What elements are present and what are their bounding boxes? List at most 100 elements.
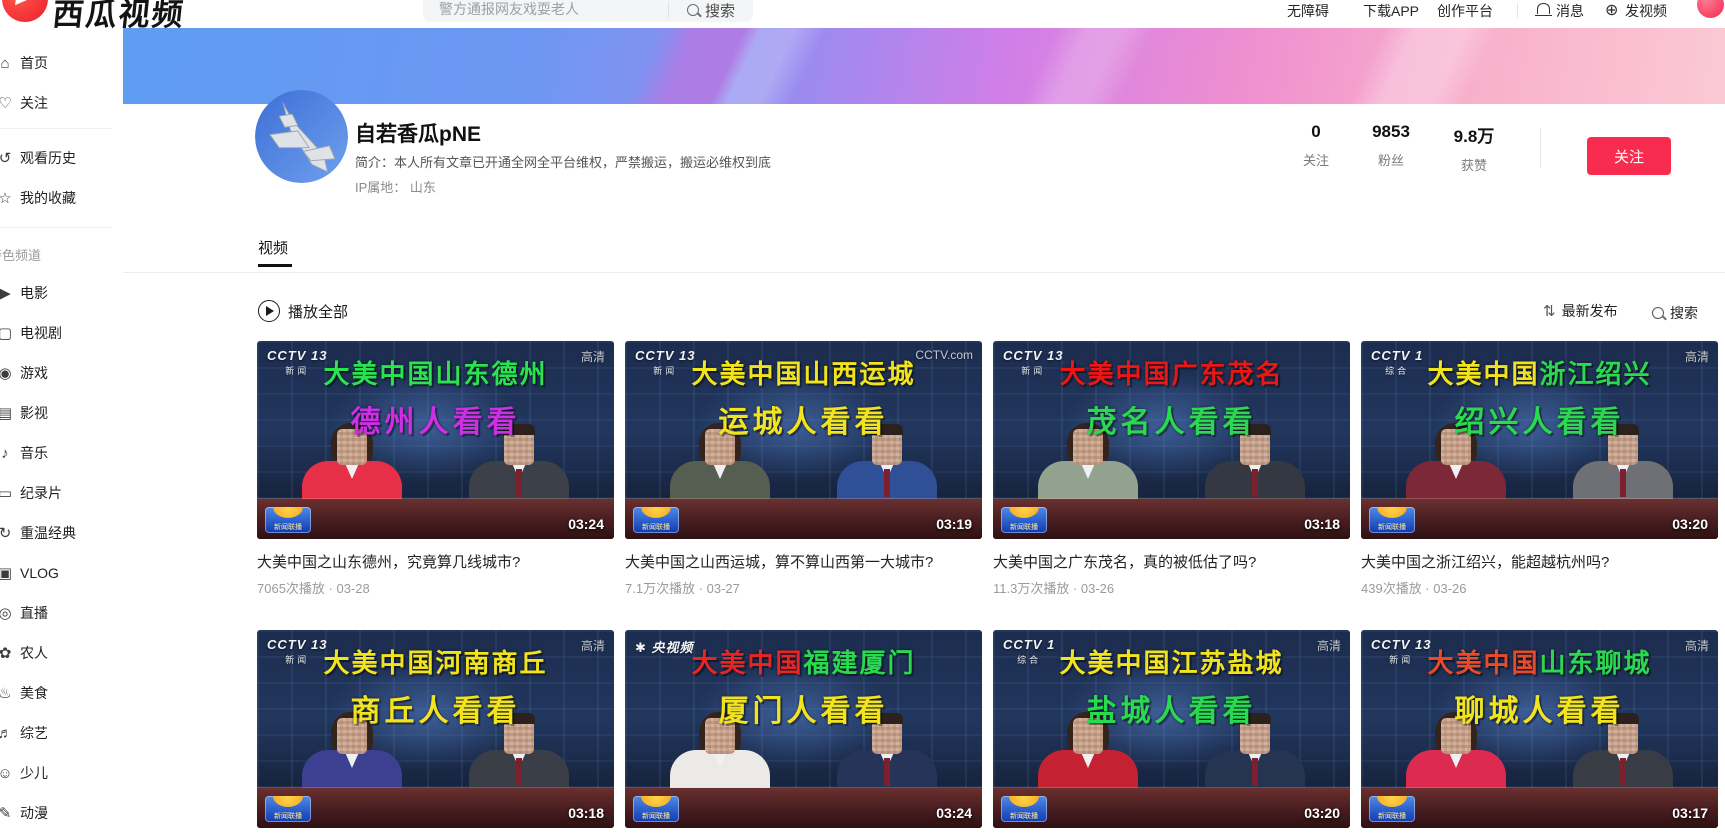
profile-name: 自若香瓜pNE <box>355 123 481 146</box>
download-app-link[interactable]: 下载APP <box>1363 1 1419 21</box>
video-meta: 7065次播放 · 03-28 <box>257 581 370 596</box>
video-meta: 439次播放 · 03-26 <box>1361 581 1467 596</box>
overlay-line2: 茂名人看看 <box>1086 406 1257 439</box>
video-card-1[interactable]: CCTV 13 新闻 高清 大美中国山东德州 德州人看看 新闻联播 03:24 … <box>257 341 614 630</box>
xigua-logo-icon[interactable] <box>2 0 48 22</box>
overlay-line1: 大美中国河南商丘 <box>323 648 548 678</box>
badge-label: 新闻联播 <box>274 524 302 531</box>
video-meta: 11.3万次播放 · 03-26 <box>993 581 1115 596</box>
sidebar-item-live[interactable]: ◎ 直播 <box>0 593 123 633</box>
overlay-line2: 聊城人看看 <box>1454 695 1625 728</box>
video-title[interactable]: 大美中国之山东德州，究竟算几线城市? <box>257 553 614 573</box>
sidebar-item-kids[interactable]: ☺ 少儿 <box>0 753 123 793</box>
play-all-button[interactable]: 播放全部 <box>258 300 348 322</box>
video-title[interactable]: 大美中国之广东茂名，真的被低估了吗? <box>993 553 1350 573</box>
follow-button[interactable]: 关注 <box>1587 137 1671 175</box>
section-divider <box>123 272 1725 273</box>
search-box[interactable]: 搜索 <box>423 0 753 22</box>
sidebar-item-variety[interactable]: ♬ 综艺 <box>0 713 123 753</box>
search-button[interactable]: 搜索 <box>669 0 753 22</box>
sidebar-item-film-tv[interactable]: ▤ 影视 <box>0 393 123 433</box>
sidebar-item-my-favorites[interactable]: ☆ 我的收藏 <box>0 178 123 218</box>
stat-following-value: 0 <box>1311 122 1321 141</box>
sidebar-item-watch-history[interactable]: ↺ 观看历史 <box>0 138 123 178</box>
video-card-5[interactable]: CCTV 13 新闻 高清 大美中国河南商丘 商丘人看看 新闻联播 03:18 <box>257 630 614 833</box>
sidebar-item-tv-series[interactable]: ▢ 电视剧 <box>0 313 123 353</box>
news-program-badge: 新闻联播 <box>633 796 679 822</box>
sidebar-item-games[interactable]: ◉ 游戏 <box>0 353 123 393</box>
sidebar-item-label: VLOG <box>20 565 59 581</box>
video-duration: 03:19 <box>936 516 972 532</box>
topbar-divider <box>1517 3 1518 18</box>
stat-fans: 9853 粉丝 <box>1349 122 1433 169</box>
accessibility-link[interactable]: 无障碍 <box>1287 1 1329 21</box>
sort-control[interactable]: ⇅ 最新发布 <box>1543 301 1618 321</box>
sidebar-item-icon: ♬ <box>0 724 13 742</box>
creator-platform-link[interactable]: 创作平台 <box>1437 1 1493 21</box>
video-thumbnail[interactable]: CCTV 13 新闻 高清 大美中国河南商丘 商丘人看看 新闻联播 03:18 <box>257 630 614 828</box>
sidebar-item-anime[interactable]: ✎ 动漫 <box>0 793 123 833</box>
sidebar-item-classics[interactable]: ↻ 重温经典 <box>0 513 123 553</box>
video-duration: 03:20 <box>1672 516 1708 532</box>
publish-video-link[interactable]: 发视频 <box>1625 1 1667 21</box>
sidebar-item-label: 我的收藏 <box>20 190 76 206</box>
badge-label: 新闻联播 <box>274 813 302 820</box>
video-card-4[interactable]: CCTV 1 综合 高清 大美中国浙江绍兴 绍兴人看看 新闻联播 03:20 大… <box>1361 341 1718 630</box>
video-thumbnail[interactable]: CCTV 13 新闻 CCTV.com 大美中国山西运城 运城人看看 新闻联播 … <box>625 341 982 539</box>
badge-label: 新闻联播 <box>642 813 670 820</box>
sidebar-item-vlog[interactable]: ▣ VLOG <box>0 553 123 593</box>
avatar[interactable] <box>255 90 348 183</box>
overlay-line2: 绍兴人看看 <box>1454 406 1625 439</box>
video-thumbnail[interactable]: CCTV 13 新闻 大美中国广东茂名 茂名人看看 新闻联播 03:18 <box>993 341 1350 539</box>
sidebar-item-icon: ☺ <box>0 764 13 782</box>
sidebar-item-label: 纪录片 <box>20 485 62 501</box>
video-card-7[interactable]: CCTV 1 综合 高清 大美中国江苏盐城 盐城人看看 新闻联播 03:20 <box>993 630 1350 833</box>
video-card-2[interactable]: CCTV 13 新闻 CCTV.com 大美中国山西运城 运城人看看 新闻联播 … <box>625 341 982 630</box>
xigua-logo-text[interactable]: 西瓜视频 <box>51 0 188 34</box>
sidebar-item-label: 电视剧 <box>20 325 62 341</box>
video-thumbnail[interactable]: CCTV 1 综合 高清 大美中国江苏盐城 盐城人看看 新闻联播 03:20 <box>993 630 1350 828</box>
anchor-tie <box>1620 469 1626 497</box>
sidebar-item-farmers[interactable]: ✿ 农人 <box>0 633 123 673</box>
tab-videos[interactable]: 视频 <box>258 237 288 258</box>
overlay-line1: 大美中国山东德州 <box>323 359 548 389</box>
stat-following: 0 关注 <box>1274 122 1358 169</box>
video-grid: CCTV 13 新闻 高清 大美中国山东德州 德州人看看 新闻联播 03:24 … <box>257 341 1718 833</box>
video-card-3[interactable]: CCTV 13 新闻 大美中国广东茂名 茂名人看看 新闻联播 03:18 大美中… <box>993 341 1350 630</box>
video-card-8[interactable]: CCTV 13 新闻 高清 大美中国山东聊城 聊城人看看 新闻联播 03:17 <box>1361 630 1718 833</box>
sidebar-item-following[interactable]: ♡ 关注 <box>0 83 123 123</box>
video-thumbnail[interactable]: CCTV 1 综合 高清 大美中国浙江绍兴 绍兴人看看 新闻联播 03:20 <box>1361 341 1718 539</box>
overlay-line1: 大美中国山东聊城 <box>1427 648 1652 678</box>
sidebar-item-music[interactable]: ♪ 音乐 <box>0 433 123 473</box>
sidebar-item-home[interactable]: ⌂ 首页 <box>0 43 123 83</box>
bell-icon <box>1535 3 1552 16</box>
overlay-line1: 大美中国江苏盐城 <box>1059 648 1284 678</box>
video-thumbnail[interactable]: CCTV 13 新闻 高清 大美中国山东德州 德州人看看 新闻联播 03:24 <box>257 341 614 539</box>
anchor-tie <box>1620 758 1626 786</box>
user-avatar[interactable] <box>1697 0 1724 18</box>
messages-link[interactable]: 消息 <box>1556 1 1584 21</box>
sidebar-item-movies[interactable]: ▶ 电影 <box>0 273 123 313</box>
sidebar-item-label: 观看历史 <box>20 150 76 166</box>
sidebar-item-food[interactable]: ♨ 美食 <box>0 673 123 713</box>
sidebar-item-label: 综艺 <box>20 725 48 741</box>
sidebar-item-documentary[interactable]: ▭ 纪录片 <box>0 473 123 513</box>
news-program-badge: 新闻联播 <box>1369 796 1415 822</box>
video-meta: 7.1万次播放 · 03-27 <box>625 581 740 596</box>
video-title[interactable]: 大美中国之浙江绍兴，能超越杭州吗? <box>1361 553 1718 573</box>
sidebar-item-icon: ◉ <box>0 365 12 382</box>
video-title[interactable]: 大美中国之山西运城，算不算山西第一大城市? <box>625 553 982 573</box>
anchor-tie <box>516 758 522 786</box>
channel-search-control[interactable]: 搜索 <box>1652 303 1698 323</box>
search-input[interactable] <box>437 0 661 21</box>
video-thumbnail[interactable]: CCTV 13 新闻 高清 大美中国山东聊城 聊城人看看 新闻联播 03:17 <box>1361 630 1718 828</box>
video-card-6[interactable]: ✱ 央视频 大美中国福建厦门 厦门人看看 新闻联播 03:24 <box>625 630 982 833</box>
stat-following-label: 关注 <box>1302 153 1329 168</box>
sidebar-item-icon: ◎ <box>0 605 12 622</box>
news-program-badge: 新闻联播 <box>1369 507 1415 533</box>
play-all-icon <box>258 300 280 322</box>
badge-label: 新闻联播 <box>1010 524 1038 531</box>
sidebar-item-label: 直播 <box>20 605 48 621</box>
video-thumbnail[interactable]: ✱ 央视频 大美中国福建厦门 厦门人看看 新闻联播 03:24 <box>625 630 982 828</box>
badge-label: 新闻联播 <box>1378 524 1406 531</box>
